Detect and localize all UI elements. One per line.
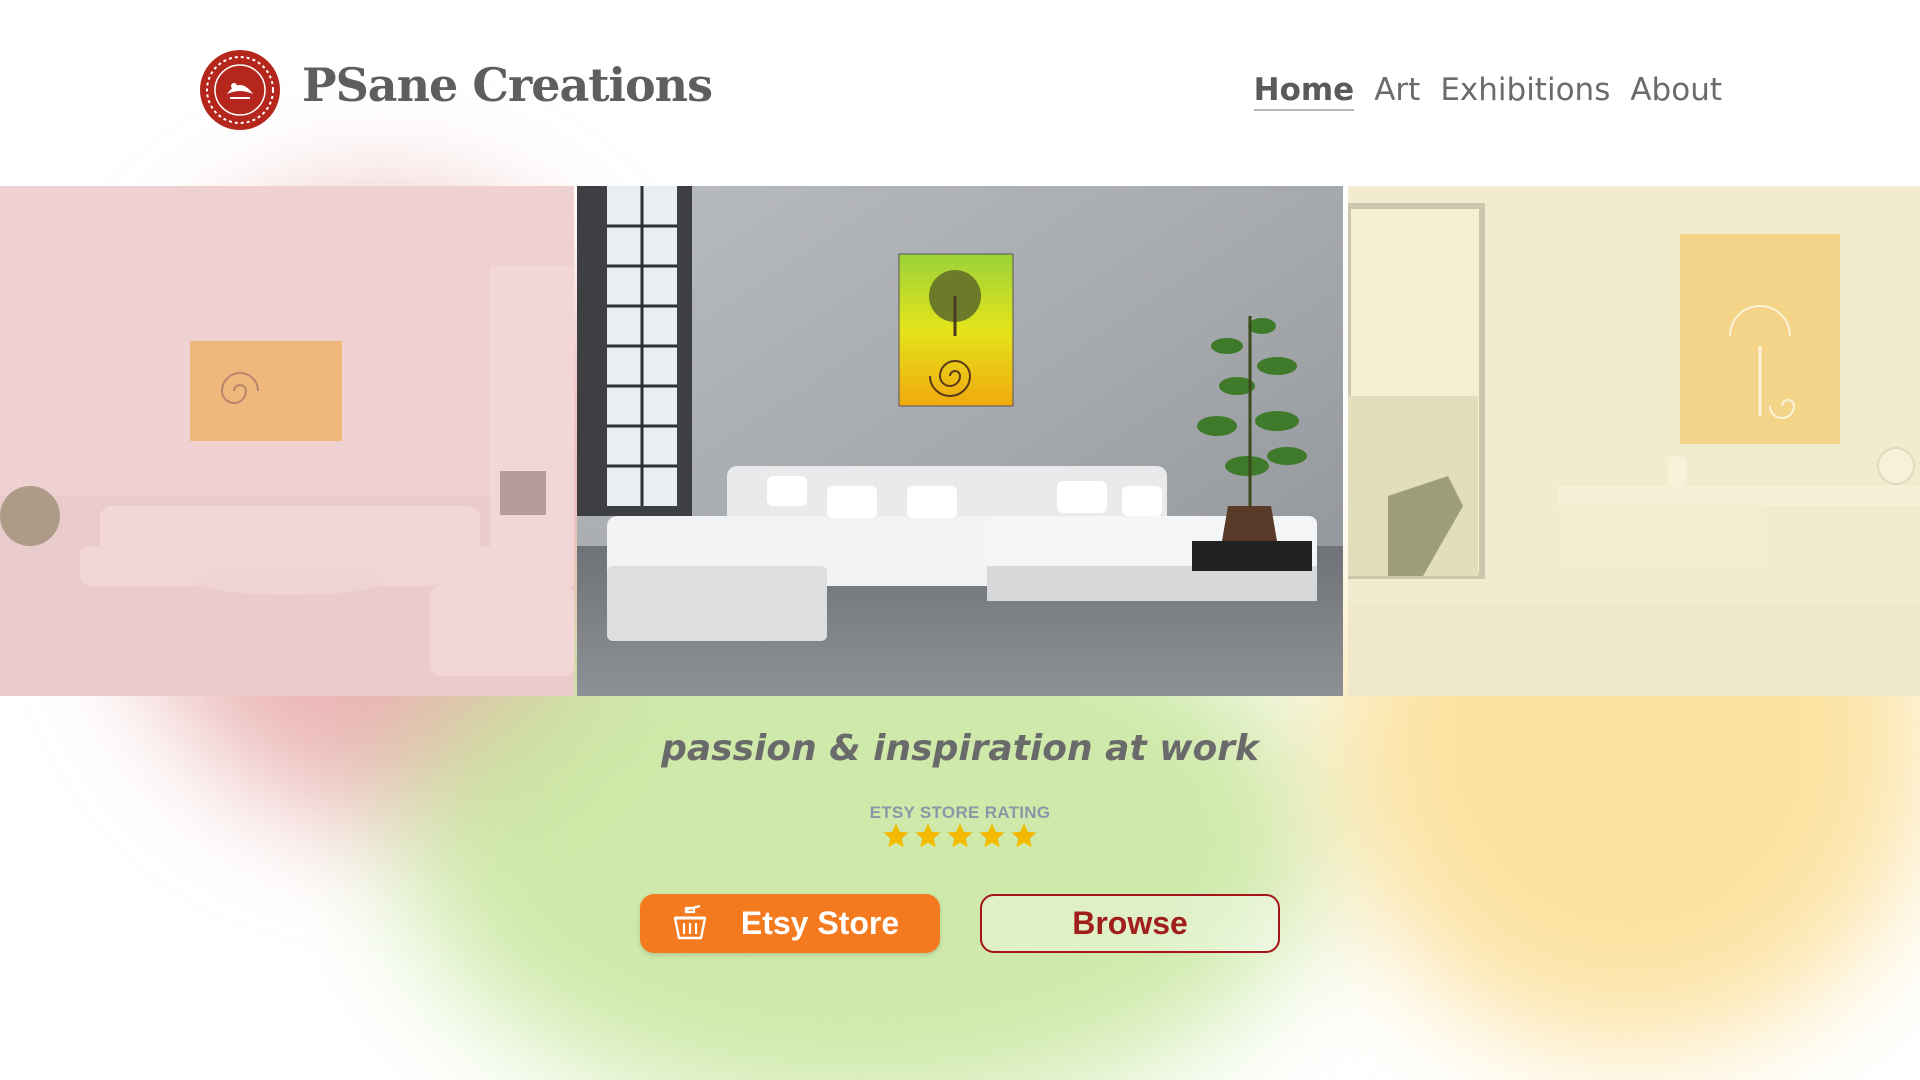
- room-image-center: [577, 186, 1343, 696]
- nav-about[interactable]: About: [1630, 72, 1722, 111]
- hero-gallery: [0, 186, 1920, 696]
- etsy-store-label: Etsy Store: [740, 905, 900, 941]
- gallery-slide-next[interactable]: [1348, 186, 1920, 696]
- star-icon: [883, 823, 909, 848]
- rating-stars: [0, 818, 1920, 854]
- shopping-basket-icon: [673, 904, 707, 940]
- room-image-right: [1348, 186, 1920, 696]
- star-icon: [947, 823, 973, 848]
- room-image-left: [0, 186, 574, 696]
- browse-label: Browse: [1072, 905, 1188, 941]
- etsy-store-button[interactable]: Etsy Store: [640, 894, 940, 953]
- gallery-slide-previous[interactable]: [0, 186, 574, 696]
- logo-icon[interactable]: [200, 50, 280, 130]
- nav-art[interactable]: Art: [1374, 72, 1420, 111]
- star-icon: [979, 823, 1005, 848]
- nav-home[interactable]: Home: [1253, 72, 1355, 111]
- site-header: PSane Creations Home Art Exhibitions Abo…: [0, 0, 1920, 186]
- browse-button[interactable]: Browse: [980, 894, 1280, 953]
- main-nav: Home Art Exhibitions About: [1253, 72, 1722, 111]
- gallery-slide-current[interactable]: [577, 186, 1343, 696]
- nav-exhibitions[interactable]: Exhibitions: [1440, 72, 1610, 111]
- brand-name[interactable]: PSane Creations: [302, 58, 713, 112]
- star-icon: [915, 823, 941, 848]
- hero-tagline: passion & inspiration at work: [661, 728, 1259, 769]
- star-icon: [1011, 823, 1037, 848]
